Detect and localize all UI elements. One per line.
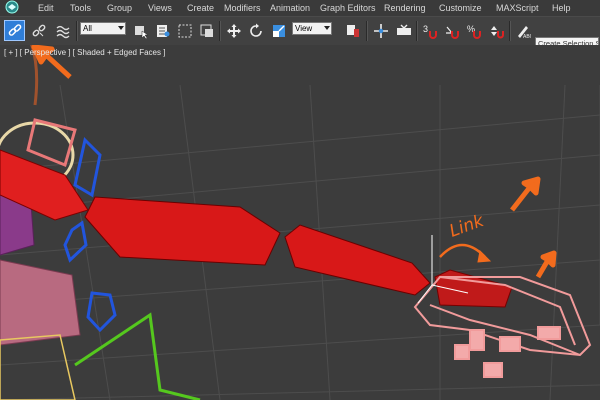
yellow-wire-box — [0, 334, 76, 400]
magnet-3d-snap-icon: 3 — [423, 24, 437, 39]
3ds-max-window: Edit Tools Group Views Create Modifiers … — [0, 0, 600, 400]
menu-modifiers[interactable]: Modifiers — [224, 3, 261, 13]
toolbar-separator — [219, 21, 221, 41]
use-pivot-center-button[interactable] — [342, 20, 363, 41]
angle-snap-toggle-button[interactable] — [442, 20, 463, 41]
menu-group[interactable]: Group — [107, 3, 132, 13]
spinner-snap-icon — [490, 25, 504, 38]
perspective-viewport[interactable]: [ + ] [ Perspective ] [ Shaded + Edged F… — [0, 45, 600, 400]
rectangular-selection-button[interactable] — [174, 20, 195, 41]
angle-snap-icon — [445, 26, 459, 39]
rectangle-selection-icon — [178, 24, 191, 37]
select-by-name-button[interactable] — [152, 20, 173, 41]
pink-plane — [0, 259, 81, 346]
spinner-snap-toggle-button[interactable] — [486, 20, 507, 41]
link-arc-arrowhead — [477, 249, 492, 263]
green-grid-line — [74, 312, 201, 400]
rotate-icon — [249, 23, 262, 37]
select-object-icon — [134, 25, 149, 39]
scene-canvas: Link — [0, 45, 600, 400]
arrow-to-hand-top — [510, 176, 541, 212]
app-logo-icon[interactable] — [2, 0, 22, 16]
reference-coordinate-value: View — [295, 24, 313, 33]
window-crossing-button[interactable] — [196, 20, 217, 41]
selection-filter-dropdown[interactable]: All — [80, 22, 126, 35]
bone-wrist — [284, 224, 431, 296]
select-and-scale-button[interactable] — [268, 20, 289, 41]
toolbar-separator — [509, 21, 511, 41]
blue-helper-middle — [63, 220, 88, 263]
select-and-link-button[interactable] — [4, 20, 25, 41]
unlink-icon — [32, 24, 45, 36]
menu-customize[interactable]: Customize — [439, 3, 482, 13]
bind-spacewarp-icon — [56, 25, 69, 38]
select-by-name-icon — [156, 24, 169, 37]
bone-forearm — [84, 196, 281, 266]
snaps-toggle-button[interactable]: 3 — [420, 20, 441, 41]
toolbar-separator — [76, 21, 78, 41]
named-selection-icon: ABC — [517, 25, 531, 39]
svg-text:ABC: ABC — [523, 34, 531, 39]
pivot-center-icon — [346, 24, 359, 37]
select-and-manipulate-button[interactable] — [370, 20, 391, 41]
menu-help[interactable]: Help — [552, 3, 571, 13]
svg-text:3: 3 — [423, 24, 428, 34]
viewport-label[interactable]: [ + ] [ Perspective ] [ Shaded + Edged F… — [4, 48, 165, 57]
keyboard-shortcut-override-button[interactable] — [393, 20, 414, 41]
blue-helper-upper — [73, 137, 102, 198]
menu-maxscript[interactable]: MAXScript — [496, 3, 539, 13]
reference-coordinate-dropdown[interactable]: View — [292, 22, 332, 35]
arrow-to-hand-right — [535, 250, 557, 279]
selection-filter-value: All — [83, 24, 92, 33]
scale-icon — [272, 24, 285, 37]
link-arc-arrow — [439, 243, 486, 258]
edit-named-selection-sets-button[interactable]: ABC — [512, 20, 533, 41]
menu-bar: Edit Tools Group Views Create Modifiers … — [0, 0, 600, 16]
percent-snap-icon: % — [467, 24, 481, 39]
chevron-down-icon — [118, 26, 124, 30]
menu-rendering[interactable]: Rendering — [384, 3, 426, 13]
main-toolbar: All View 3 % AB Create Selection — [0, 16, 600, 49]
bind-to-space-warp-button[interactable] — [52, 20, 73, 41]
blue-helper-lower — [86, 291, 117, 333]
select-object-button[interactable] — [130, 20, 151, 41]
link-chain-icon — [8, 23, 21, 36]
keyboard-icon — [396, 24, 411, 35]
menu-tools[interactable]: Tools — [70, 3, 91, 13]
manipulate-icon — [373, 23, 388, 38]
chevron-down-icon — [324, 26, 330, 30]
menu-animation[interactable]: Animation — [270, 3, 310, 13]
menu-graph-editors[interactable]: Graph Editors — [320, 3, 376, 13]
menu-edit[interactable]: Edit — [38, 3, 54, 13]
unlink-selection-button[interactable] — [28, 20, 49, 41]
percent-snap-toggle-button[interactable]: % — [464, 20, 485, 41]
move-arrows-icon — [226, 23, 241, 38]
toolbar-separator — [416, 21, 418, 41]
select-and-move-button[interactable] — [223, 20, 244, 41]
menu-create[interactable]: Create — [187, 3, 214, 13]
toolbar-separator — [366, 21, 368, 41]
select-and-rotate-button[interactable] — [245, 20, 266, 41]
menu-views[interactable]: Views — [148, 3, 172, 13]
window-crossing-icon — [200, 24, 213, 37]
